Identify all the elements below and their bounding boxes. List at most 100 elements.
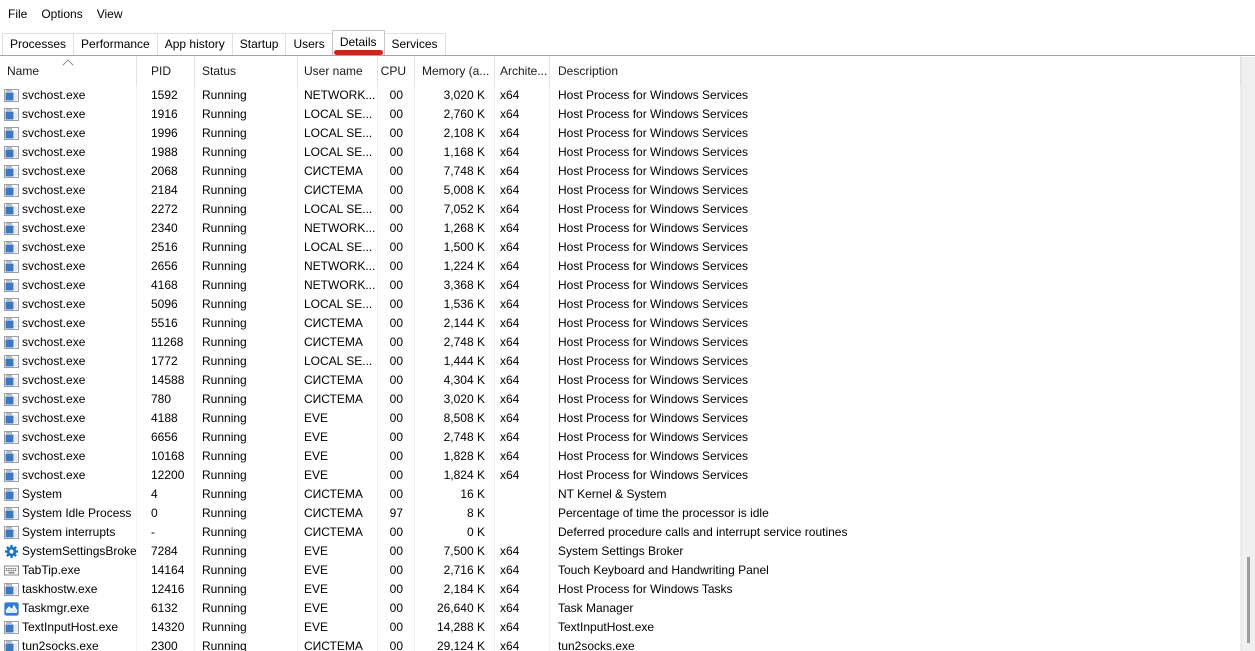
cell-user: EVE — [298, 409, 378, 428]
cell-pid: 6132 — [137, 599, 195, 618]
table-row[interactable]: svchost.exe6656RunningEVE002,748 Kx64Hos… — [0, 428, 1241, 447]
column-header-desc[interactable]: Description — [550, 56, 1241, 86]
table-row[interactable]: svchost.exe1996RunningLOCAL SE...002,108… — [0, 124, 1241, 143]
cell-status: Running — [195, 105, 298, 124]
menu-item-view[interactable]: View — [90, 4, 130, 24]
table-row[interactable]: System Idle Process0RunningСИСТЕМА978 KP… — [0, 504, 1241, 523]
app-window-icon — [4, 336, 19, 349]
table-row[interactable]: tun2socks.exe2300RunningСИСТЕМА0029,124 … — [0, 637, 1241, 651]
cell-mem: 4,304 K — [415, 371, 495, 390]
cell-status: Running — [195, 523, 298, 542]
cell-cpu: 00 — [378, 219, 415, 238]
table-row[interactable]: svchost.exe1916RunningLOCAL SE...002,760… — [0, 105, 1241, 124]
column-header-user[interactable]: User name — [298, 56, 378, 86]
table-row[interactable]: svchost.exe5096RunningLOCAL SE...001,536… — [0, 295, 1241, 314]
cell-mem: 1,500 K — [415, 238, 495, 257]
cell-arch: x64 — [495, 599, 550, 618]
column-header-arch[interactable]: Archite... — [495, 56, 550, 86]
cell-cpu: 00 — [378, 105, 415, 124]
table-row[interactable]: svchost.exe5516RunningСИСТЕМА002,144 Kx6… — [0, 314, 1241, 333]
cell-desc: Host Process for Windows Services — [550, 333, 1241, 352]
tab-app-history[interactable]: App history — [157, 33, 233, 55]
table-row[interactable]: svchost.exe2516RunningLOCAL SE...001,500… — [0, 238, 1241, 257]
cell-user: EVE — [298, 466, 378, 485]
cell-name: System Idle Process — [0, 504, 137, 523]
table-row[interactable]: Taskmgr.exe6132RunningEVE0026,640 Kx64Ta… — [0, 599, 1241, 618]
cell-name: TabTip.exe — [0, 561, 137, 580]
menu-item-options[interactable]: Options — [34, 4, 89, 24]
tab-services[interactable]: Services — [384, 33, 446, 55]
table-row[interactable]: svchost.exe4168RunningNETWORK...003,368 … — [0, 276, 1241, 295]
cell-user: СИСТЕМА — [298, 314, 378, 333]
cell-user: СИСТЕМА — [298, 162, 378, 181]
table-row[interactable]: svchost.exe2068RunningСИСТЕМА007,748 Kx6… — [0, 162, 1241, 181]
table-row[interactable]: svchost.exe1592RunningNETWORK...003,020 … — [0, 86, 1241, 105]
cell-pid: 2272 — [137, 200, 195, 219]
table-row[interactable]: svchost.exe11268RunningСИСТЕМА002,748 Kx… — [0, 333, 1241, 352]
tab-performance[interactable]: Performance — [73, 33, 158, 55]
tab-users[interactable]: Users — [285, 33, 332, 55]
table-row[interactable]: svchost.exe780RunningСИСТЕМА003,020 Kx64… — [0, 390, 1241, 409]
cell-cpu: 00 — [378, 409, 415, 428]
table-row[interactable]: svchost.exe2340RunningNETWORK...001,268 … — [0, 219, 1241, 238]
table-row[interactable]: svchost.exe2184RunningСИСТЕМА005,008 Kx6… — [0, 181, 1241, 200]
cell-pid: 12200 — [137, 466, 195, 485]
cell-cpu: 00 — [378, 257, 415, 276]
table-row[interactable]: svchost.exe1988RunningLOCAL SE...001,168… — [0, 143, 1241, 162]
table-row[interactable]: svchost.exe1772RunningLOCAL SE...001,444… — [0, 352, 1241, 371]
column-header-cpu[interactable]: CPU — [378, 56, 415, 86]
app-window-icon — [4, 488, 19, 501]
column-header-pid[interactable]: PID — [137, 56, 195, 86]
scrollbar-thumb[interactable] — [1247, 557, 1250, 643]
cell-cpu: 00 — [378, 143, 415, 162]
process-name: TabTip.exe — [22, 561, 80, 580]
table-row[interactable]: svchost.exe10168RunningEVE001,828 Kx64Ho… — [0, 447, 1241, 466]
table-row[interactable]: System4RunningСИСТЕМА0016 KNT Kernel & S… — [0, 485, 1241, 504]
cell-status: Running — [195, 637, 298, 651]
tab-startup[interactable]: Startup — [232, 33, 287, 55]
app-window-icon — [4, 431, 19, 444]
table-row[interactable]: svchost.exe12200RunningEVE001,824 Kx64Ho… — [0, 466, 1241, 485]
process-name: svchost.exe — [22, 390, 85, 409]
cell-status: Running — [195, 542, 298, 561]
column-header-status[interactable]: Status — [195, 56, 298, 86]
cell-cpu: 00 — [378, 200, 415, 219]
cell-name: svchost.exe — [0, 390, 137, 409]
cell-cpu: 00 — [378, 618, 415, 637]
cell-pid: 14588 — [137, 371, 195, 390]
cell-user: EVE — [298, 561, 378, 580]
process-name: svchost.exe — [22, 200, 85, 219]
process-name: svchost.exe — [22, 409, 85, 428]
keyboard-icon — [4, 565, 19, 576]
cell-name: svchost.exe — [0, 105, 137, 124]
cell-mem: 1,224 K — [415, 257, 495, 276]
cell-user: СИСТЕМА — [298, 485, 378, 504]
cell-arch: x64 — [495, 371, 550, 390]
table-row[interactable]: TabTip.exe14164RunningEVE002,716 Kx64Tou… — [0, 561, 1241, 580]
table-row[interactable]: System interrupts-RunningСИСТЕМА000 KDef… — [0, 523, 1241, 542]
cell-cpu: 00 — [378, 124, 415, 143]
cell-desc: Host Process for Windows Services — [550, 143, 1241, 162]
cell-arch: x64 — [495, 86, 550, 105]
table-row[interactable]: svchost.exe2272RunningLOCAL SE...007,052… — [0, 200, 1241, 219]
table-row[interactable]: taskhostw.exe12416RunningEVE002,184 Kx64… — [0, 580, 1241, 599]
cell-pid: 14320 — [137, 618, 195, 637]
app-window-icon — [4, 279, 19, 292]
tab-bar: ProcessesPerformanceApp historyStartupUs… — [0, 28, 1255, 56]
cell-mem: 16 K — [415, 485, 495, 504]
table-row[interactable]: SystemSettingsBroke...7284RunningEVE007,… — [0, 542, 1241, 561]
column-header-mem[interactable]: Memory (a... — [415, 56, 495, 86]
tab-processes[interactable]: Processes — [2, 33, 74, 55]
table-row[interactable]: svchost.exe14588RunningСИСТЕМА004,304 Kx… — [0, 371, 1241, 390]
cell-arch: x64 — [495, 143, 550, 162]
menu-item-file[interactable]: File — [1, 4, 34, 24]
table-row[interactable]: TextInputHost.exe14320RunningEVE0014,288… — [0, 618, 1241, 637]
cell-status: Running — [195, 314, 298, 333]
table-row[interactable]: svchost.exe4188RunningEVE008,508 Kx64Hos… — [0, 409, 1241, 428]
cell-pid: 7284 — [137, 542, 195, 561]
cell-status: Running — [195, 580, 298, 599]
cell-mem: 2,760 K — [415, 105, 495, 124]
cell-pid: 6656 — [137, 428, 195, 447]
vertical-scrollbar[interactable] — [1241, 57, 1255, 651]
table-row[interactable]: svchost.exe2656RunningNETWORK...001,224 … — [0, 257, 1241, 276]
